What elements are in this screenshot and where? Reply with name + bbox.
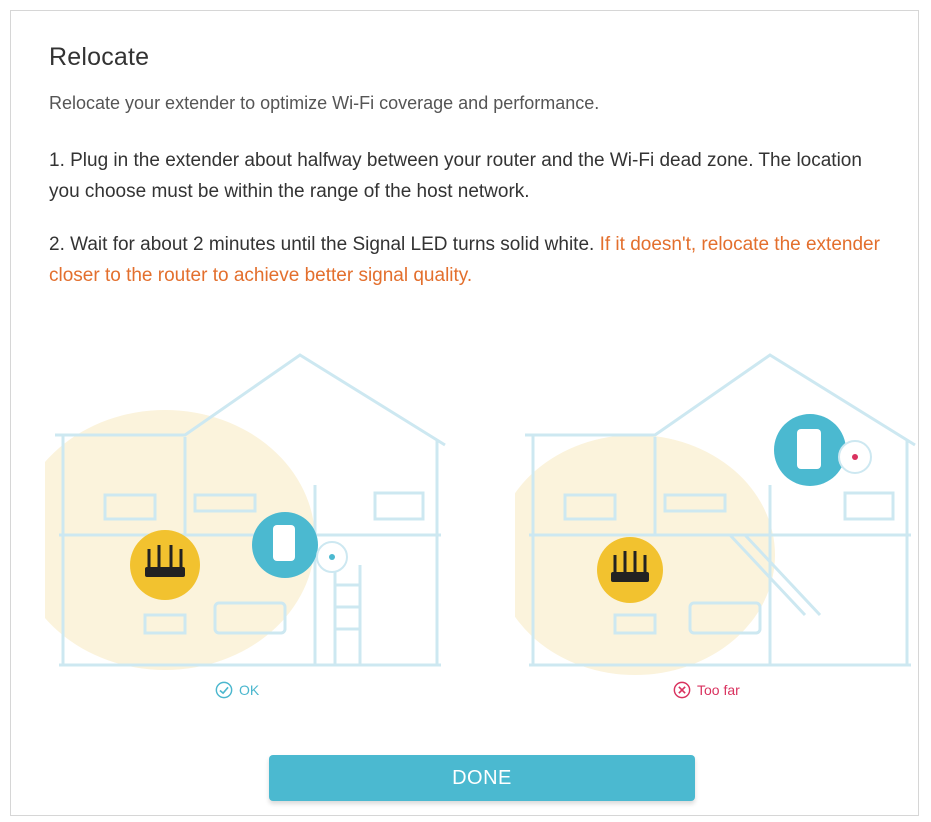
- relocate-dialog: Relocate Relocate your extender to optim…: [10, 10, 919, 816]
- house-illustration-ok: [45, 353, 446, 670]
- caption-too-far-label: Too far: [697, 682, 740, 698]
- x-circle-icon: [673, 681, 691, 699]
- done-button[interactable]: DONE: [269, 755, 695, 801]
- router-icon: [130, 530, 200, 600]
- router-icon: [597, 537, 663, 603]
- caption-too-far: Too far: [673, 681, 740, 699]
- step-2-instruction: 2. Wait for about 2 minutes until the Si…: [49, 234, 600, 255]
- step-2-text: 2. Wait for about 2 minutes until the Si…: [49, 229, 889, 291]
- house-illustration-too-far: [515, 353, 916, 675]
- dialog-subtitle: Relocate your extender to optimize Wi-Fi…: [49, 93, 600, 113]
- dialog-title: Relocate: [49, 43, 150, 71]
- caption-ok: OK: [215, 681, 259, 699]
- extender-icon: [252, 512, 348, 578]
- step-1-text: 1. Plug in the extender about halfway be…: [49, 150, 862, 202]
- extender-icon: [774, 414, 872, 486]
- caption-ok-label: OK: [239, 682, 260, 698]
- check-circle-icon: [215, 681, 233, 699]
